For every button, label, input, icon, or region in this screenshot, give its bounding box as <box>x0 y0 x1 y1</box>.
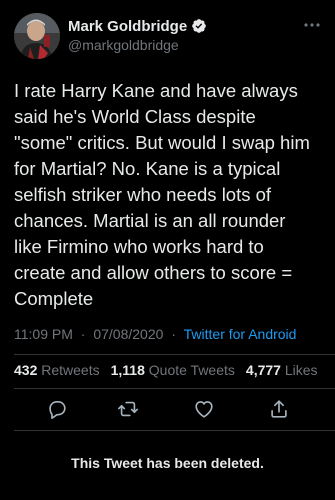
deleted-tweet-notice: This Tweet has been deleted. <box>71 455 264 471</box>
share-icon[interactable] <box>268 398 290 420</box>
tweet-text-line: chances. Martial is an all rounder <box>14 210 286 231</box>
like-icon[interactable] <box>193 398 215 420</box>
quote-tweets-stat[interactable]: 1,118 Quote Tweets <box>111 362 235 378</box>
retweets-count: 432 <box>14 362 38 378</box>
tweet-time[interactable]: 11:09 PM <box>14 326 73 342</box>
divider <box>14 354 335 355</box>
tweet-text-line: "some" critics. But would I swap him <box>14 132 310 153</box>
tweet-meta: 11:09 PM · 07/08/2020 · Twitter for Andr… <box>14 326 296 342</box>
likes-stat[interactable]: 4,777 Likes <box>246 362 318 378</box>
display-name-row: Mark Goldbridge <box>68 16 207 36</box>
avatar[interactable] <box>14 13 60 59</box>
tweet-text-line: I rate Harry Kane and have always <box>14 80 298 101</box>
author-info: Mark Goldbridge @markgoldbridge <box>68 16 207 53</box>
retweet-icon[interactable] <box>117 398 139 420</box>
tweet-text-line: said he's World Class despite <box>14 106 256 127</box>
tweet-text-line: for Martial? No. Kane is a typical <box>14 158 281 179</box>
tweet-text: I rate Harry Kane and have always said h… <box>14 78 324 312</box>
verified-badge-icon <box>191 18 207 34</box>
meta-separator: · <box>171 326 176 342</box>
engagement-stats: 432 Retweets 1,118 Quote Tweets 4,777 Like… <box>14 362 318 378</box>
likes-count: 4,777 <box>245 362 281 378</box>
tweet-text-line: selfish striker who needs lots of <box>14 184 272 205</box>
quote-tweets-label: Quote Tweets <box>148 362 235 378</box>
divider <box>14 388 335 389</box>
tweet-text-line: like Firmino who works hard to <box>14 236 264 257</box>
likes-label: Likes <box>284 362 318 378</box>
meta-separator: · <box>80 326 86 342</box>
retweets-label: Retweets <box>41 362 100 378</box>
handle[interactable]: @markgoldbridge <box>68 37 207 53</box>
quote-tweets-count: 1,118 <box>110 362 145 378</box>
tweet-text-line: Complete <box>14 288 94 309</box>
more-options-icon[interactable] <box>303 17 321 27</box>
tweet-date[interactable]: 07/08/2020 <box>93 326 163 342</box>
divider <box>14 430 335 431</box>
display-name[interactable]: Mark Goldbridge <box>68 18 187 35</box>
tweet-text-line: create and allow others to score = <box>14 262 293 283</box>
avatar-photo-icon <box>14 13 60 59</box>
reply-icon[interactable] <box>46 398 68 420</box>
tweet-actions-bar <box>0 398 335 422</box>
retweets-stat[interactable]: 432 Retweets <box>14 362 100 378</box>
tweet-header: Mark Goldbridge @markgoldbridge <box>14 13 321 61</box>
tweet-source-link[interactable]: Twitter for Android <box>184 326 297 342</box>
